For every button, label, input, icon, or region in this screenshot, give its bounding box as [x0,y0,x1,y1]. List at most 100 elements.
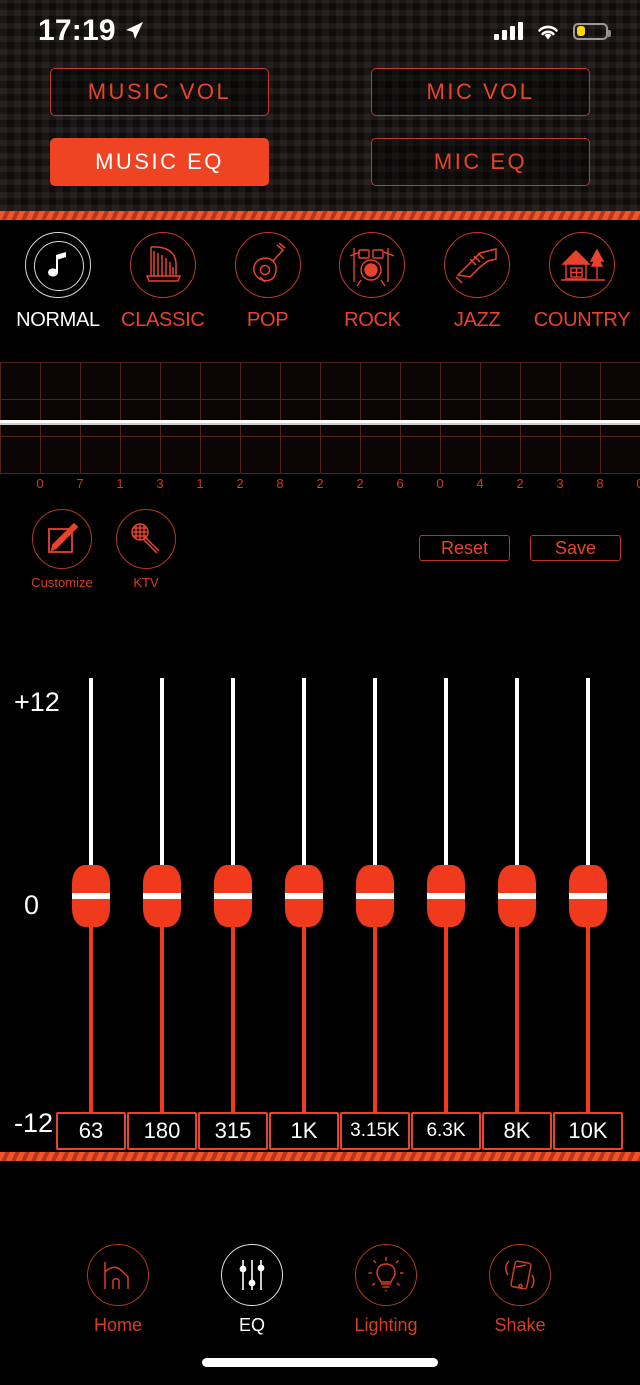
slider-thumb[interactable] [566,865,610,927]
slider-frequency-label: 315 [198,1112,268,1150]
preset-classic-circle [129,232,196,298]
slider-track-upper [302,678,306,870]
nav-lighting-label: Lighting [354,1315,418,1335]
home-indicator[interactable] [202,1358,438,1367]
eq-slider-band[interactable]: 10K [551,660,625,1152]
eq-axis-tick: 1 [196,476,204,491]
nav-shake-label: Shake [494,1315,546,1335]
nav-eq-label: EQ [238,1315,265,1335]
eq-axis-tick: 7 [76,476,84,491]
ktv-button[interactable]: KTV [98,509,194,590]
eq-axis-tick: 8 [596,476,604,491]
slider-track-lower [231,905,235,1112]
mode-button-music-eq[interactable]: MUSIC EQ [50,138,269,186]
slider-frequency-label: 8K [482,1112,552,1150]
slider-thumb[interactable] [495,865,539,927]
slider-track-lower [515,905,519,1112]
slider-track-upper [444,678,448,870]
sliders-icon [239,1260,265,1290]
divider-top [0,211,640,220]
preset-row: NORMAL CLASSIC POP ROCK JAZZ COUNTRY [0,232,640,354]
mode-button-music-vol[interactable]: MUSIC VOL [50,68,269,116]
preset-normal-label: NORMAL [16,309,100,331]
nav-home-circle [87,1244,149,1306]
slider-frequency-label: 3.15K [340,1112,410,1150]
divider-bottom [0,1152,640,1161]
mode-button-mic-vol[interactable]: MIC VOL [371,68,590,116]
eq-axis-tick-row: 0 7 1 3 1 2 8 2 2 6 0 4 2 3 8 0 [0,472,640,494]
pencil-edit-icon [48,522,79,553]
mode-button-music-vol-label: MUSIC VOL [87,79,232,104]
customize-button[interactable]: Customize [14,509,110,590]
nav-item-lighting[interactable]: Lighting [326,1244,446,1336]
eq-slider-band[interactable]: 3.15K [338,660,412,1152]
slider-track-upper [586,678,590,870]
scale-label-max: +12 [14,687,60,717]
nav-item-home[interactable]: Home [58,1244,178,1336]
slider-track-upper [89,678,93,870]
ktv-circle [116,509,176,569]
slider-track-upper [160,678,164,870]
eq-slider-band[interactable]: 6.3K [409,660,483,1152]
eq-curve-grid [0,362,640,474]
ktv-label: KTV [133,575,159,590]
shake-phone-icon [505,1260,535,1290]
eq-slider-band[interactable]: 180 [125,660,199,1152]
reset-button[interactable]: Reset [419,535,510,561]
eq-slider-band[interactable]: 315 [196,660,270,1152]
preset-country-label: COUNTRY [533,309,631,331]
app-screen: MUSIC VOL MIC VOL MUSIC EQ MIC EQ 17:19 [0,0,640,1385]
reset-button-label: Reset [440,537,489,558]
eq-curve-line [0,420,640,425]
battery-low-icon [573,22,611,40]
eq-axis-tick: 4 [476,476,484,491]
nav-item-shake[interactable]: Shake [460,1244,580,1336]
mode-button-mic-eq[interactable]: MIC EQ [371,138,590,186]
preset-classic-label: CLASSIC [121,309,205,331]
customize-label: Customize [31,575,93,590]
slider-thumb[interactable] [282,865,326,927]
eq-axis-tick: 3 [156,476,164,491]
cabin-tree-icon [560,248,605,281]
cellular-signal-icon [494,22,523,40]
slider-thumb[interactable] [424,865,468,927]
eq-axis-tick: 2 [316,476,324,491]
slider-track-lower [160,905,164,1112]
bottom-navigation: Home EQ Lighting Shake [0,1161,640,1385]
slider-thumb[interactable] [353,865,397,927]
eq-slider-band[interactable]: 63 [54,660,128,1152]
preset-rock[interactable]: ROCK [322,232,422,354]
preset-rock-circle [339,232,406,298]
eq-slider-band[interactable]: 8K [480,660,554,1152]
preset-country[interactable]: COUNTRY [532,232,632,354]
slider-thumb[interactable] [69,865,113,927]
preset-classic[interactable]: CLASSIC [113,232,213,354]
slider-track-upper [373,678,377,870]
preset-pop-circle [234,232,301,298]
customize-circle [32,509,92,569]
save-button[interactable]: Save [530,535,621,561]
nav-item-eq[interactable]: EQ [192,1244,312,1336]
preset-normal[interactable]: NORMAL [8,232,108,354]
eq-axis-tick: 0 [636,476,640,491]
save-button-label: Save [554,537,597,558]
slider-track-lower [444,905,448,1112]
eq-slider-band[interactable]: 1K [267,660,341,1152]
slider-track-upper [231,678,235,870]
nav-lighting-circle [355,1244,417,1306]
slider-frequency-label: 6.3K [411,1112,481,1150]
nav-eq-circle [221,1244,283,1306]
mode-button-mic-eq-label: MIC EQ [433,149,528,174]
preset-pop-label: POP [246,309,289,331]
eq-axis-line [0,473,640,474]
preset-jazz[interactable]: JAZZ [427,232,527,354]
mode-button-mic-vol-label: MIC VOL [426,79,535,104]
mode-button-grid: MUSIC VOL MIC VOL MUSIC EQ MIC EQ [0,68,640,186]
slider-thumb[interactable] [211,865,255,927]
preset-jazz-circle [444,232,511,298]
preset-pop[interactable]: POP [218,232,318,354]
home-icon [104,1262,129,1289]
nav-home-label: Home [93,1315,142,1335]
eq-axis-tick: 6 [396,476,404,491]
slider-thumb[interactable] [140,865,184,927]
